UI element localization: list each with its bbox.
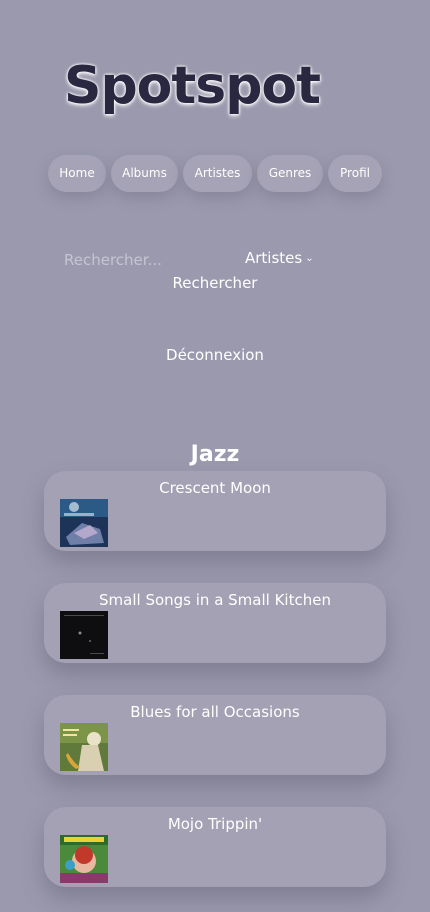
genre-title: Jazz (190, 442, 240, 467)
app-logo[interactable]: Spotspot (64, 56, 321, 116)
search-button[interactable]: Rechercher (0, 274, 430, 292)
album-cover-image (60, 499, 108, 547)
album-card[interactable]: Blues for all Occasions (44, 695, 386, 775)
album-title: Blues for all Occasions (130, 703, 300, 721)
nav-artistes[interactable]: Artistes (183, 155, 252, 192)
chevron-down-icon: ⌄ (305, 253, 314, 264)
nav-profil[interactable]: Profil (328, 155, 382, 192)
search-category-select[interactable]: Artistes ⌄ (245, 249, 314, 267)
search-category-value: Artistes (245, 249, 303, 267)
logout-button[interactable]: Déconnexion (0, 346, 430, 364)
nav-home[interactable]: Home (48, 155, 106, 192)
album-cover-image (60, 835, 108, 883)
album-cover-image (60, 611, 108, 659)
album-card[interactable]: Mojo Trippin' (44, 807, 386, 887)
album-card[interactable]: Small Songs in a Small Kitchen (44, 583, 386, 663)
album-cover-image (60, 723, 108, 771)
main-nav: Home Albums Artistes Genres Profil (48, 155, 382, 192)
album-title: Mojo Trippin' (167, 815, 263, 833)
search-input[interactable] (64, 249, 224, 271)
nav-albums[interactable]: Albums (111, 155, 178, 192)
album-title: Crescent Moon (159, 479, 271, 497)
album-title: Small Songs in a Small Kitchen (99, 591, 331, 609)
nav-genres[interactable]: Genres (257, 155, 323, 192)
album-card[interactable]: Crescent Moon (44, 471, 386, 551)
